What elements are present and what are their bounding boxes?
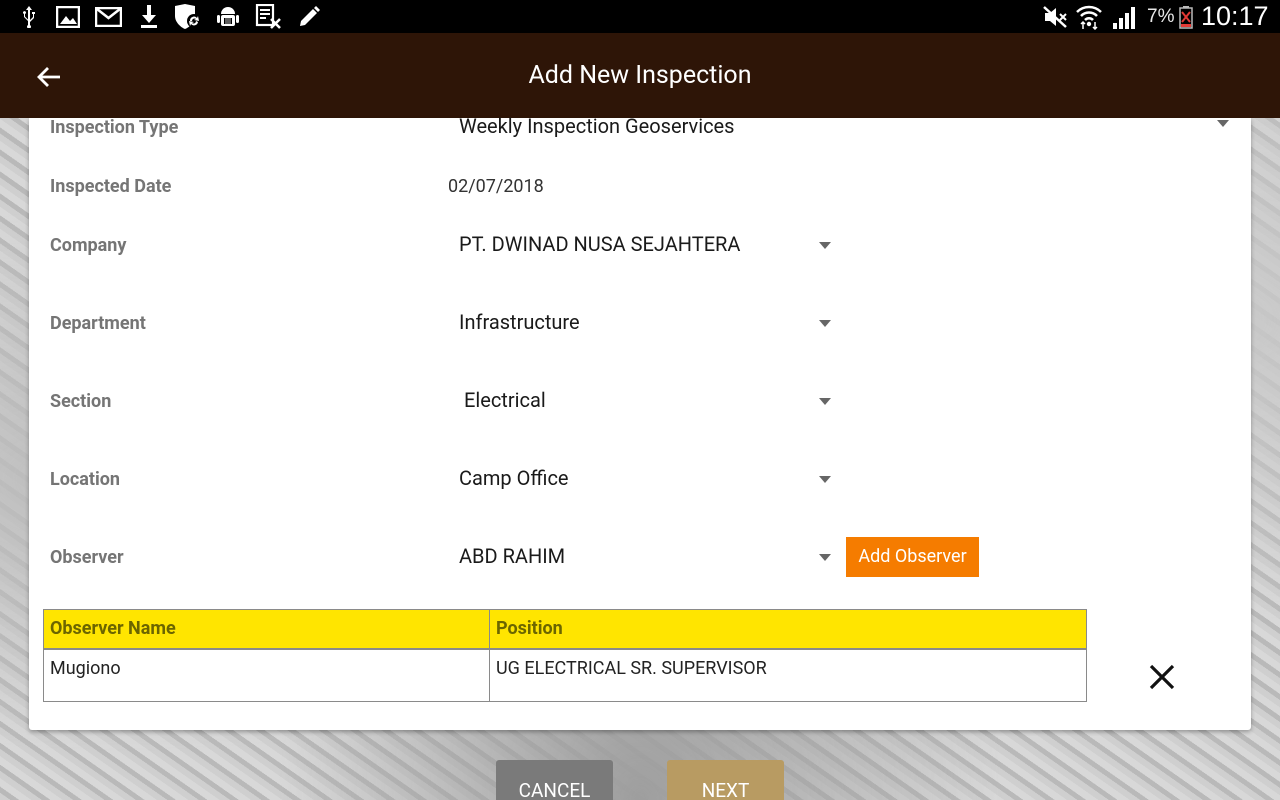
usb-icon <box>18 4 40 30</box>
chevron-down-icon <box>819 554 831 561</box>
position-column-header: Position <box>489 609 1087 649</box>
observer-value: ABD RAHIM <box>459 544 566 568</box>
section-dropdown[interactable]: Electrical <box>449 388 839 418</box>
battery-icon <box>1178 4 1194 30</box>
signal-icon <box>1111 4 1139 30</box>
company-value: PT. DWINAD NUSA SEJAHTERA <box>459 232 741 256</box>
battery-percentage: 7% <box>1147 6 1175 27</box>
section-value: Electrical <box>464 388 546 412</box>
chevron-down-icon <box>819 320 831 327</box>
close-icon <box>1149 664 1175 690</box>
inspection-type-dropdown[interactable]: Weekly Inspection Geoservices <box>449 114 1239 144</box>
cancel-button[interactable]: CANCEL <box>496 760 613 800</box>
department-value: Infrastructure <box>459 310 580 334</box>
department-dropdown[interactable]: Infrastructure <box>449 310 839 340</box>
chevron-down-icon <box>1217 120 1229 127</box>
location-dropdown[interactable]: Camp Office <box>449 466 839 496</box>
download-icon <box>138 4 160 30</box>
clock: 10:17 <box>1201 1 1269 31</box>
image-icon <box>55 4 81 30</box>
gmail-icon <box>94 4 122 30</box>
inspected-date-label: Inspected Date <box>50 176 172 197</box>
add-observer-button[interactable]: Add Observer <box>846 537 979 577</box>
position-cell: UG ELECTRICAL SR. SUPERVISOR <box>489 649 1087 702</box>
inspected-date-value[interactable]: 02/07/2018 <box>448 176 544 197</box>
app-bar: Add New Inspection <box>0 33 1280 118</box>
wifi-icon <box>1074 4 1104 30</box>
chevron-down-icon <box>819 476 831 483</box>
location-value: Camp Office <box>459 466 569 490</box>
mute-icon <box>1042 4 1068 30</box>
document-x-icon <box>255 4 283 30</box>
company-dropdown[interactable]: PT. DWINAD NUSA SEJAHTERA <box>449 232 839 262</box>
observer-dropdown[interactable]: ABD RAHIM <box>449 544 839 574</box>
section-label: Section <box>50 391 112 412</box>
department-label: Department <box>50 313 146 334</box>
page-title: Add New Inspection <box>528 61 752 90</box>
observer-name-column-header: Observer Name <box>43 609 490 649</box>
chevron-down-icon <box>819 242 831 249</box>
inspection-type-label: Inspection Type <box>50 117 179 138</box>
observer-label: Observer <box>50 547 124 568</box>
pencil-icon <box>296 4 322 30</box>
company-label: Company <box>50 235 127 256</box>
shield-sync-icon <box>172 4 202 30</box>
status-bar: 7% 10:17 <box>0 0 1280 33</box>
observer-name-cell: Mugiono <box>43 649 490 702</box>
android-debug-icon <box>215 4 241 30</box>
chevron-down-icon <box>819 398 831 405</box>
location-label: Location <box>50 469 121 490</box>
next-button[interactable]: NEXT <box>667 760 784 800</box>
inspection-type-value: Weekly Inspection Geoservices <box>459 114 735 138</box>
remove-observer-button[interactable] <box>1146 661 1178 693</box>
inspection-form-card: Inspection Type Weekly Inspection Geoser… <box>29 114 1251 730</box>
